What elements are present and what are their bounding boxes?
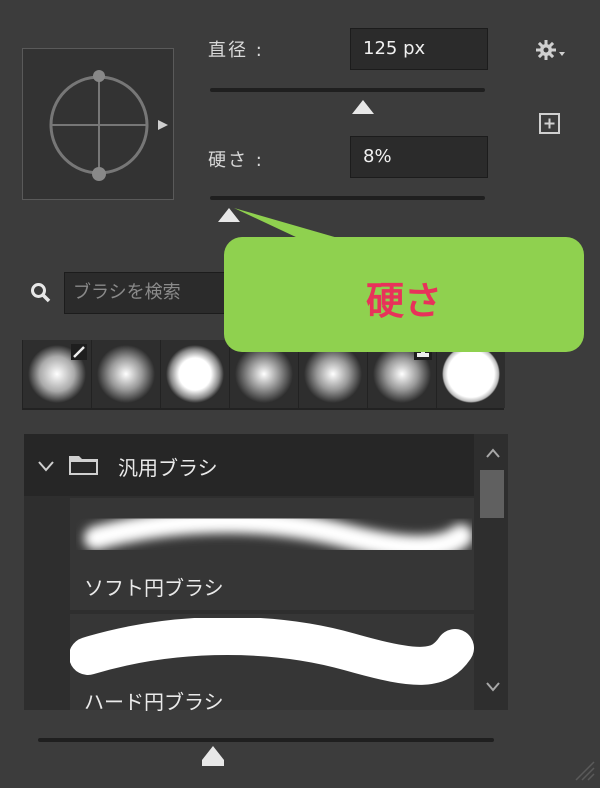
slider-thumb-base — [202, 760, 224, 766]
preview-size-slider-track[interactable] — [38, 738, 494, 742]
brush-pencil-icon — [71, 344, 87, 360]
preview-size-slider-thumb[interactable] — [202, 746, 224, 760]
size-slider-thumb[interactable] — [352, 100, 374, 114]
hardness-input[interactable]: 8% — [350, 136, 488, 178]
gear-icon[interactable] — [536, 38, 566, 62]
scroll-up-icon[interactable] — [484, 446, 502, 460]
size-input[interactable]: 125 px — [350, 28, 488, 70]
new-preset-icon[interactable] — [538, 112, 562, 136]
scroll-down-icon[interactable] — [484, 680, 502, 694]
play-arrow-icon[interactable] — [157, 119, 169, 131]
hardness-label: 硬さ : — [208, 150, 264, 171]
resize-grip-icon[interactable] — [572, 758, 596, 782]
folder-row[interactable]: 汎用ブラシ — [24, 434, 474, 496]
brush-angle-circle-icon — [49, 70, 149, 181]
callout-text: 硬さ — [365, 279, 442, 323]
size-slider-track[interactable] — [210, 88, 485, 92]
folder-icon — [69, 456, 98, 475]
scrollbar-thumb[interactable] — [480, 470, 504, 518]
size-label: 直径 : — [208, 40, 264, 61]
brush-item[interactable]: ハード円ブラシ — [70, 614, 474, 714]
brush-item[interactable]: ソフト円ブラシ — [70, 498, 474, 610]
preset-brush-1[interactable] — [23, 340, 91, 408]
soft-round-stroke — [84, 509, 472, 560]
preset-brush-2[interactable] — [92, 340, 160, 408]
folder-name: 汎用ブラシ — [118, 456, 218, 480]
brush-item-name: ソフト円ブラシ — [84, 576, 224, 600]
brush-tip-preview[interactable] — [22, 48, 174, 200]
brush-item-name: ハード円ブラシ — [84, 690, 224, 714]
preset-brush-3[interactable] — [161, 340, 229, 408]
chevron-down-icon[interactable] — [36, 456, 56, 476]
search-icon — [31, 283, 51, 303]
hard-round-stroke — [70, 618, 474, 685]
